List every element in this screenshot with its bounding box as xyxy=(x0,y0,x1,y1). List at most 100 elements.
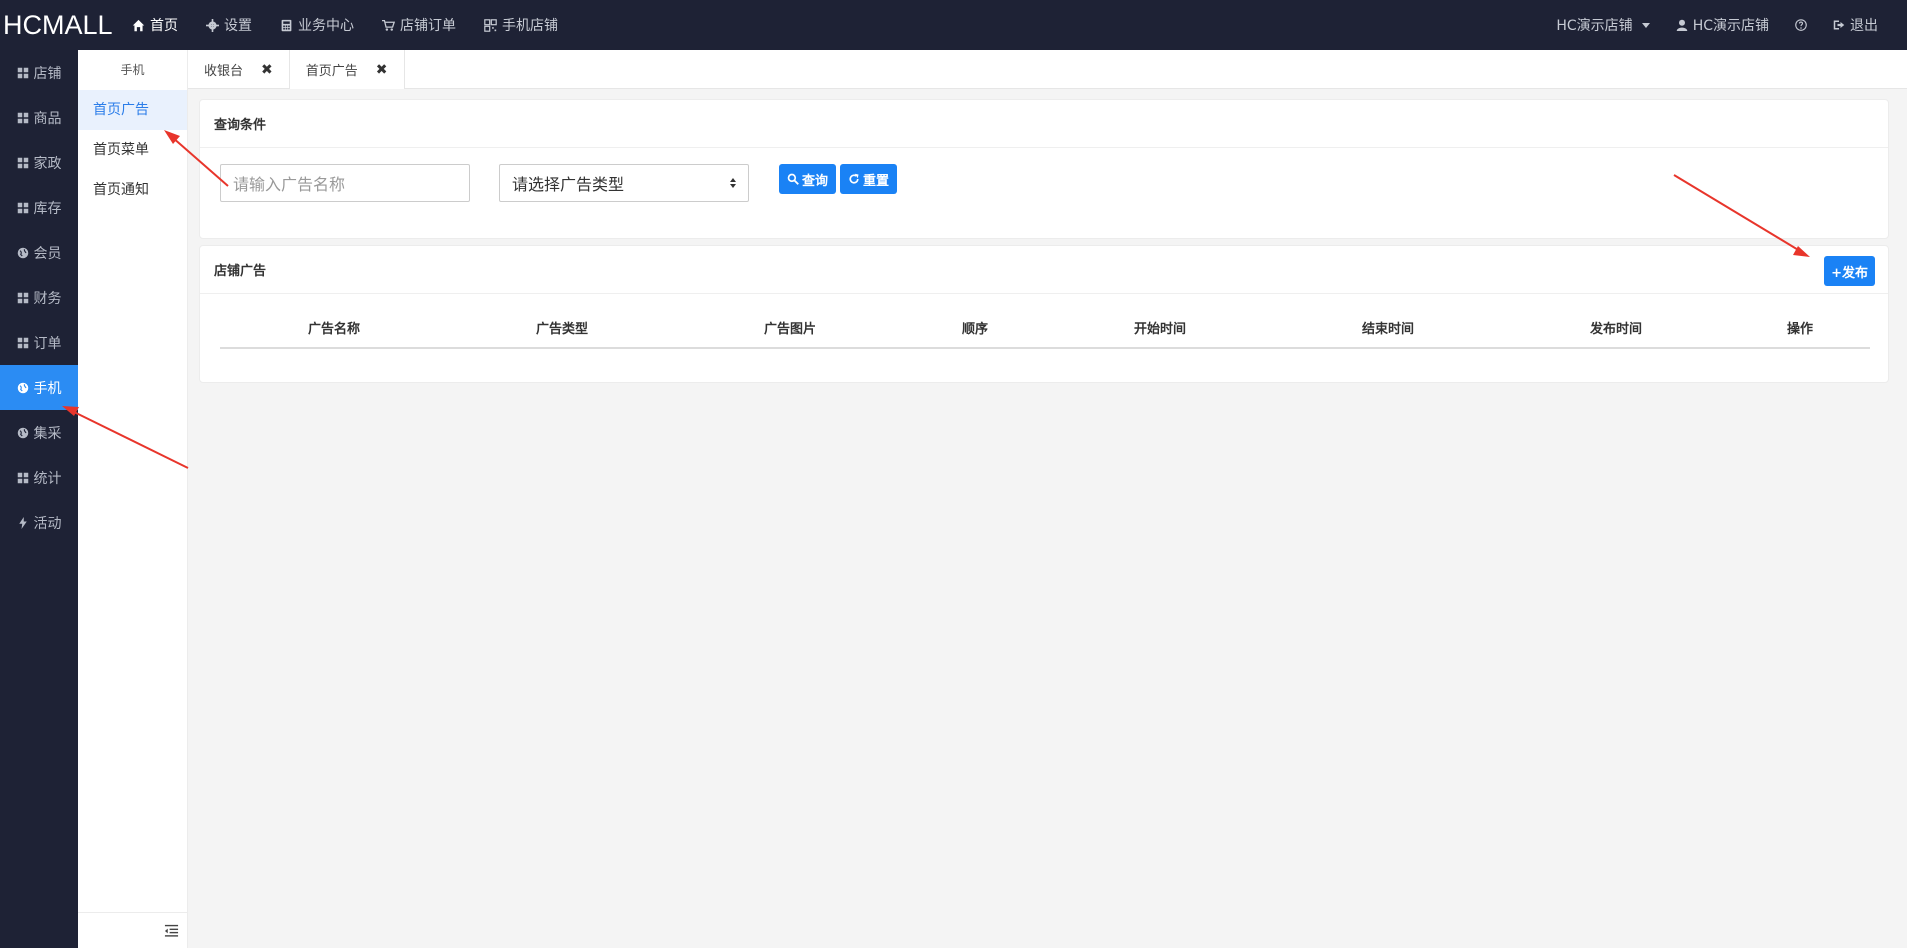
globe-icon xyxy=(17,247,28,258)
main-sidebar: 店铺 商品 家政 库存 会员 财务 订单 手机 集采 统计 活动 xyxy=(0,50,78,948)
globe-icon xyxy=(17,382,28,393)
submenu-title: 手机 xyxy=(120,63,145,77)
sidebar-item-goods[interactable]: 商品 xyxy=(0,95,78,140)
sidebar-item-inventory[interactable]: 库存 xyxy=(0,185,78,230)
topnav-label: 设置 xyxy=(224,18,252,34)
col-start-time[interactable]: 开始时间 xyxy=(1046,308,1274,349)
top-navbar: HCMALL 首页 设置 业务中心 店铺订单 手机店铺 HC演示店铺 HC演示店… xyxy=(0,0,1907,50)
col-ad-name[interactable]: 广告名称 xyxy=(220,308,448,349)
sign-out-icon xyxy=(1833,20,1845,30)
store-ads-panel: 店铺广告 +发布 广告名称 广告类型 广告图片 顺序 开始时间 结束时间 发布时… xyxy=(199,245,1889,383)
globe-icon xyxy=(17,427,28,438)
grid-icon xyxy=(17,67,28,78)
topnav-label: 店铺订单 xyxy=(400,18,456,34)
sidebar-label: 商品 xyxy=(33,110,62,127)
col-actions[interactable]: 操作 xyxy=(1730,308,1870,349)
col-ad-type[interactable]: 广告类型 xyxy=(448,308,676,349)
col-order[interactable]: 顺序 xyxy=(904,308,1046,349)
sidebar-item-finance[interactable]: 财务 xyxy=(0,275,78,320)
sidebar-item-statistics[interactable]: 统计 xyxy=(0,455,78,500)
home-icon xyxy=(132,19,145,31)
query-buttons: 查询 重置 xyxy=(779,164,898,194)
submenu-item-home-menu[interactable]: 首页菜单 xyxy=(78,130,187,170)
sidebar-item-mobile[interactable]: 手机 xyxy=(0,365,78,410)
gear-icon xyxy=(206,18,219,32)
search-button-label: 查询 xyxy=(802,173,829,189)
refresh-icon xyxy=(849,173,859,184)
tab-label: 收银台 xyxy=(204,64,244,79)
grid-icon xyxy=(17,337,28,348)
table-header-row: 广告名称 广告类型 广告图片 顺序 开始时间 结束时间 发布时间 操作 xyxy=(220,308,1870,349)
sidebar-item-housekeeping[interactable]: 家政 xyxy=(0,140,78,185)
store-ads-title: 店铺广告 xyxy=(200,246,1888,294)
sidebar-item-store[interactable]: 店铺 xyxy=(0,50,78,95)
top-nav: 首页 设置 业务中心 店铺订单 手机店铺 xyxy=(118,0,572,50)
topnav-label: 首页 xyxy=(150,18,178,34)
ad-type-select[interactable]: 请选择广告类型 xyxy=(499,164,749,202)
help-button[interactable] xyxy=(1782,19,1820,31)
sidebar-label: 活动 xyxy=(33,515,62,532)
qrcode-icon xyxy=(484,18,497,32)
grid-icon xyxy=(17,157,28,168)
collapse-menu-button[interactable] xyxy=(78,912,188,948)
sub-menu: 手机 首页广告 首页菜单 首页通知 xyxy=(78,50,188,948)
store-dropdown[interactable]: HC演示店铺 xyxy=(1543,15,1662,35)
sidebar-label: 财务 xyxy=(33,290,62,307)
sidebar-item-orders[interactable]: 订单 xyxy=(0,320,78,365)
sidebar-label: 订单 xyxy=(33,335,62,352)
submenu-item-home-ads[interactable]: 首页广告 xyxy=(78,90,187,130)
top-right-menu: HC演示店铺 HC演示店铺 退出 xyxy=(1543,0,1907,50)
topnav-mobile-store[interactable]: 手机店铺 xyxy=(470,0,572,50)
sidebar-label: 集采 xyxy=(33,425,62,442)
ad-type-select-value: 请选择广告类型 xyxy=(512,175,625,194)
close-icon[interactable]: ✖ xyxy=(261,62,273,78)
sidebar-item-activity[interactable]: 活动 xyxy=(0,500,78,545)
search-button[interactable]: 查询 xyxy=(779,164,837,194)
outdent-icon xyxy=(164,924,178,937)
publish-button[interactable]: +发布 xyxy=(1824,256,1875,286)
tab-cashier[interactable]: 收银台 ✖ xyxy=(188,50,290,89)
user-name: HC演示店铺 xyxy=(1692,18,1769,34)
logout-button[interactable]: 退出 xyxy=(1820,15,1891,35)
sidebar-label: 会员 xyxy=(33,245,62,262)
cart-icon xyxy=(382,19,395,31)
topnav-label: 手机店铺 xyxy=(502,18,558,34)
col-ad-image[interactable]: 广告图片 xyxy=(676,308,904,349)
tab-home-ads[interactable]: 首页广告 ✖ xyxy=(289,50,405,89)
col-publish-time[interactable]: 发布时间 xyxy=(1502,308,1730,349)
reset-button-label: 重置 xyxy=(863,173,890,189)
search-icon xyxy=(787,173,799,185)
sort-arrows-icon xyxy=(730,178,736,188)
sidebar-label: 统计 xyxy=(33,470,62,487)
logout-label: 退出 xyxy=(1850,18,1878,34)
grid-icon xyxy=(17,292,28,303)
grid-icon xyxy=(17,202,28,213)
grid-icon xyxy=(17,472,28,483)
user-icon xyxy=(1676,19,1687,31)
question-circle-icon xyxy=(1795,19,1807,31)
col-end-time[interactable]: 结束时间 xyxy=(1274,308,1502,349)
sidebar-item-procurement[interactable]: 集采 xyxy=(0,410,78,455)
caret-down-icon xyxy=(1641,22,1650,28)
user-menu[interactable]: HC演示店铺 xyxy=(1663,15,1782,35)
store-dropdown-label: HC演示店铺 xyxy=(1556,18,1633,34)
sidebar-label: 家政 xyxy=(33,155,62,172)
topnav-home[interactable]: 首页 xyxy=(118,0,192,50)
ads-table: 广告名称 广告类型 广告图片 顺序 开始时间 结束时间 发布时间 操作 xyxy=(220,308,1870,349)
reset-button[interactable]: 重置 xyxy=(840,164,898,194)
topnav-store-orders[interactable]: 店铺订单 xyxy=(368,0,470,50)
page-tabs: 收银台 ✖ 首页广告 ✖ xyxy=(188,50,1907,89)
submenu-item-home-notice[interactable]: 首页通知 xyxy=(78,170,187,210)
close-icon[interactable]: ✖ xyxy=(376,62,388,78)
query-form: 请输入广告名称 请选择广告类型 查询 重置 xyxy=(200,148,1888,202)
brand-logo[interactable]: HCMALL xyxy=(0,10,118,41)
sidebar-label: 手机 xyxy=(33,380,62,397)
topnav-business-center[interactable]: 业务中心 xyxy=(266,0,368,50)
topnav-settings[interactable]: 设置 xyxy=(192,0,266,50)
grid-icon xyxy=(17,112,28,123)
sidebar-item-members[interactable]: 会员 xyxy=(0,230,78,275)
calculator-icon xyxy=(281,19,292,31)
ad-name-input[interactable]: 请输入广告名称 xyxy=(220,164,470,202)
sidebar-label: 库存 xyxy=(33,200,62,217)
query-panel-title: 查询条件 xyxy=(200,100,1888,148)
